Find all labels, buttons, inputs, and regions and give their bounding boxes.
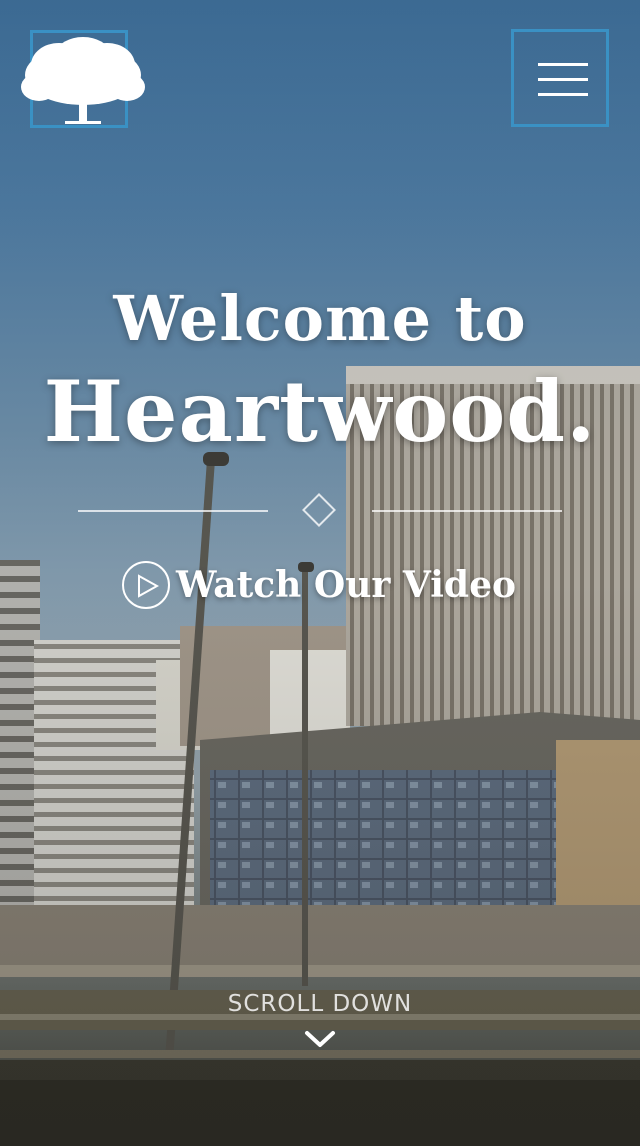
ornamental-divider xyxy=(78,490,562,532)
oak-tree-icon xyxy=(21,37,145,124)
watch-video-link[interactable]: Watch Our Video xyxy=(122,558,516,612)
scroll-down-label: SCROLL DOWN xyxy=(227,991,413,1017)
play-circle-icon xyxy=(122,561,170,609)
hamburger-menu-icon xyxy=(538,63,588,66)
scroll-down-button[interactable]: SCROLL DOWN xyxy=(0,988,640,1048)
hamburger-menu-icon-bar xyxy=(538,78,588,81)
site-logo[interactable] xyxy=(21,30,145,128)
diamond-icon xyxy=(302,493,336,527)
hero-title-line2: Heartwood. xyxy=(43,362,597,461)
divider-rule-left xyxy=(78,510,268,512)
menu-button[interactable] xyxy=(511,29,609,127)
watch-video-label: Watch Our Video xyxy=(176,564,516,606)
divider-rule-right xyxy=(372,510,562,512)
hero-title-line1: Welcome to xyxy=(113,282,527,355)
hamburger-menu-icon-bar xyxy=(538,93,588,96)
chevron-down-icon xyxy=(305,1031,335,1047)
hero-title: Welcome to Heartwood. xyxy=(0,276,640,462)
